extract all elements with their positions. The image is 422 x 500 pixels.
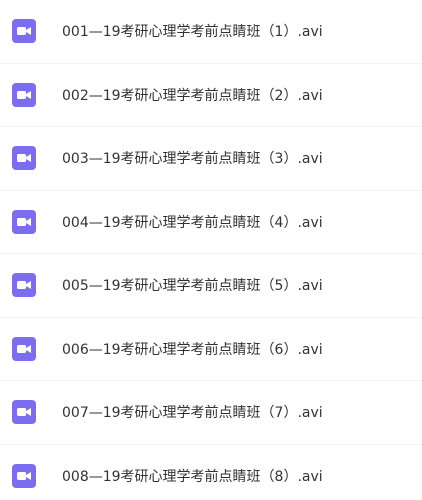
file-name: 007—19考研心理学考前点睛班（7）.avi bbox=[62, 405, 323, 422]
file-row[interactable]: 006—19考研心理学考前点睛班（6）.avi bbox=[0, 318, 422, 381]
file-row[interactable]: 005—19考研心理学考前点睛班（5）.avi bbox=[0, 254, 422, 318]
file-row[interactable]: 007—19考研心理学考前点睛班（7）.avi bbox=[0, 381, 422, 445]
file-name: 004—19考研心理学考前点睛班（4）.avi bbox=[62, 214, 323, 231]
video-file-icon bbox=[12, 19, 36, 44]
file-row[interactable]: 003—19考研心理学考前点睛班（3）.avi bbox=[0, 127, 422, 191]
file-name: 002—19考研心理学考前点睛班（2）.avi bbox=[62, 87, 323, 104]
file-name: 006—19考研心理学考前点睛班（6）.avi bbox=[62, 341, 323, 358]
video-file-icon bbox=[12, 464, 36, 489]
file-list: 001—19考研心理学考前点睛班（1）.avi 002—19考研心理学考前点睛班… bbox=[0, 0, 422, 500]
file-row[interactable]: 008—19考研心理学考前点睛班（8）.avi bbox=[0, 445, 422, 500]
video-file-icon bbox=[12, 82, 36, 107]
file-row[interactable]: 001—19考研心理学考前点睛班（1）.avi bbox=[0, 0, 422, 64]
file-name: 001—19考研心理学考前点睛班（1）.avi bbox=[62, 24, 323, 41]
video-file-icon bbox=[12, 209, 36, 234]
video-file-icon bbox=[12, 146, 36, 171]
file-name: 003—19考研心理学考前点睛班（3）.avi bbox=[62, 151, 323, 168]
file-name: 008—19考研心理学考前点睛班（8）.avi bbox=[62, 469, 323, 486]
file-row[interactable]: 002—19考研心理学考前点睛班（2）.avi bbox=[0, 64, 422, 127]
file-row[interactable]: 004—19考研心理学考前点睛班（4）.avi bbox=[0, 191, 422, 254]
file-name: 005—19考研心理学考前点睛班（5）.avi bbox=[62, 278, 323, 295]
video-file-icon bbox=[12, 336, 36, 361]
video-file-icon bbox=[12, 400, 36, 425]
video-file-icon bbox=[12, 273, 36, 298]
